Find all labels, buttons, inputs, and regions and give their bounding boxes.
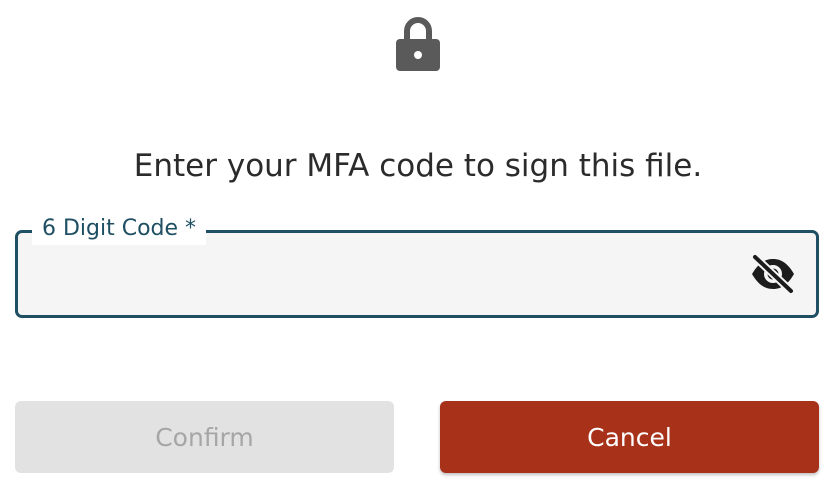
eye-off-icon[interactable] — [750, 254, 796, 294]
code-input[interactable] — [38, 233, 742, 317]
mfa-dialog: Enter your MFA code to sign this file. 6… — [0, 0, 836, 492]
lock-icon — [396, 17, 440, 71]
cancel-button[interactable]: Cancel — [440, 401, 819, 473]
code-field: 6 Digit Code * — [15, 213, 819, 318]
mfa-prompt: Enter your MFA code to sign this file. — [133, 148, 703, 184]
confirm-button[interactable]: Confirm — [15, 401, 394, 473]
